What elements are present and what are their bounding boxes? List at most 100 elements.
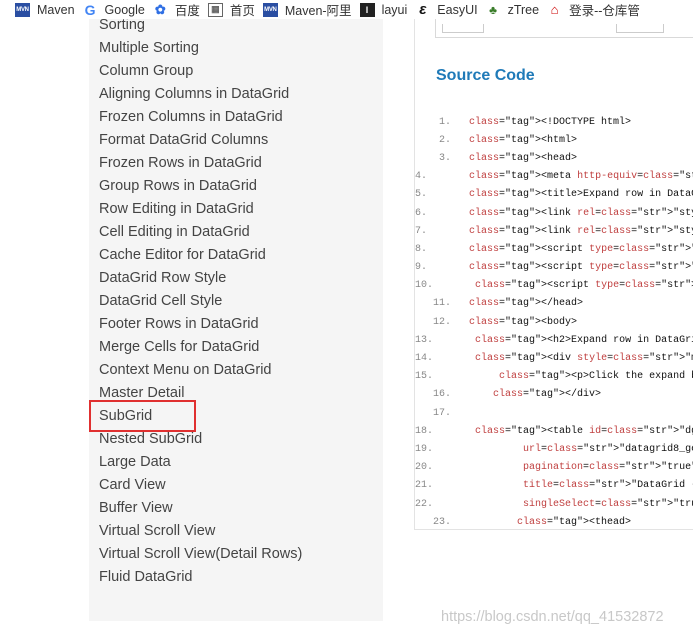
line-number: 8.	[415, 243, 428, 255]
demo-link[interactable]: Group Rows in DataGrid	[89, 175, 383, 198]
line-number: 15.	[415, 371, 434, 383]
source-panel: Source Code 1. class="tag"><!DOCTYPE html…	[414, 0, 693, 530]
code-line: 14. class="tag"><div style=class="str">"…	[415, 349, 693, 367]
code-text: class="tag"><link rel=class="str">"style…	[469, 225, 693, 237]
demo-link[interactable]: Cell Editing in DataGrid	[89, 221, 383, 244]
bookmark-item[interactable]: MVN Maven	[15, 0, 75, 19]
code-line: 18. class="tag"><table id=class="str">"d…	[415, 422, 693, 440]
code-line: 13. class="tag"><h2>Expand row in DataGr…	[415, 331, 693, 349]
bookmark-item[interactable]: MVN Maven-阿里	[262, 0, 352, 19]
bookmark-label: 百度	[174, 4, 200, 18]
bookmark-item[interactable]: G Google	[83, 0, 145, 19]
demo-link[interactable]: Card View	[89, 474, 383, 497]
code-line: 16. class="tag"></div>	[415, 386, 693, 404]
code-line: 3. class="tag"><head>	[415, 149, 693, 167]
code-text: class="tag"><link rel=class="str">"style…	[469, 207, 693, 219]
bookmark-item[interactable]: ⌂ 登录--仓库管	[547, 0, 640, 19]
code-line: 17.	[415, 404, 693, 422]
watermark: https://blog.csdn.net/qq_41532872	[441, 609, 664, 625]
login-icon: ⌂	[550, 2, 559, 17]
code-line: 5. class="tag"><title>Expand row in Data…	[415, 186, 693, 204]
demo-sidebar: Client Side PaginationSortingMultiple So…	[89, 0, 383, 621]
demo-link[interactable]: Row Editing in DataGrid	[89, 198, 383, 221]
code-text: class="tag"><script type=class="str">"te…	[469, 262, 693, 274]
code-line: 12. class="tag"><body>	[415, 313, 693, 331]
code-text: class="tag"><!DOCTYPE html>	[469, 116, 632, 128]
bookmark-item[interactable]: ♣ zTree	[486, 0, 539, 19]
code-text: class="tag"><script type=class="str">"te…	[469, 243, 693, 255]
demo-link[interactable]: Frozen Columns in DataGrid	[89, 106, 383, 129]
line-number: 12.	[432, 316, 451, 328]
bookmark-item[interactable]: ε EasyUI	[415, 0, 477, 19]
line-number: 3.	[438, 152, 451, 164]
line-number: 10.	[415, 280, 434, 292]
bookmark-label: layui	[381, 2, 408, 17]
demo-link[interactable]: Buffer View	[89, 497, 383, 520]
code-line: 15. class="tag"><p>Click the expand butt…	[415, 368, 693, 386]
line-number: 19.	[415, 443, 434, 455]
demo-link[interactable]: Virtual Scroll View(Detail Rows)	[89, 543, 383, 566]
code-text: class="tag"><body>	[469, 316, 578, 328]
line-number: 21.	[415, 480, 434, 492]
code-text: class="tag"><thead>	[517, 516, 632, 528]
demo-link[interactable]: DataGrid Row Style	[89, 267, 383, 290]
demo-link[interactable]: Footer Rows in DataGrid	[89, 313, 383, 336]
ztree-icon: ♣	[489, 2, 498, 17]
home-page-icon: ▦	[207, 2, 223, 17]
source-code-title: Source Code	[436, 67, 535, 84]
code-text: title=class="str">"DataGrid - Expand	[523, 480, 693, 492]
demo-link[interactable]: Large Data	[89, 451, 383, 474]
code-line: 4. class="tag"><meta http-equiv=class="s…	[415, 168, 693, 186]
bookmark-label: EasyUI	[437, 2, 478, 17]
preview-cell	[616, 24, 664, 33]
code-text: pagination=class="str">"true" sortNa	[523, 462, 693, 474]
preview-cell	[442, 24, 484, 33]
bookmark-item[interactable]: ✿ 百度	[153, 0, 200, 19]
demo-link[interactable]: Context Menu on DataGrid	[89, 359, 383, 382]
bookmark-label: 首页	[229, 4, 255, 18]
bookmarks-bar: MVN Maven G Google ✿ 百度 ▦ 首页 MVN Maven-阿里 l layui ε E…	[0, 0, 693, 19]
demo-link[interactable]: Aligning Columns in DataGrid	[89, 83, 383, 106]
maven-icon: MVN	[15, 2, 30, 17]
code-line: 11. class="tag"></head>	[415, 295, 693, 313]
line-number: 1.	[438, 116, 451, 128]
code-text: class="tag"><head>	[469, 152, 578, 164]
line-number: 9.	[415, 262, 428, 274]
line-number: 23.	[432, 516, 451, 528]
line-number: 2.	[438, 134, 451, 146]
code-line: 9. class="tag"><script type=class="str">…	[415, 259, 693, 277]
demo-link[interactable]: Format DataGrid Columns	[89, 129, 383, 152]
line-number: 5.	[415, 189, 428, 201]
demo-link[interactable]: Virtual Scroll View	[89, 520, 383, 543]
line-number: 7.	[415, 225, 428, 237]
code-text: class="tag"><meta http-equiv=class="str"…	[469, 171, 693, 183]
bookmark-item[interactable]: ▦ 首页	[207, 0, 255, 19]
code-line: 2. class="tag"><html>	[415, 131, 693, 149]
code-line: 19. url=class="str">"datagrid8_getdata.p	[415, 440, 693, 458]
bookmark-label: 登录--仓库管	[569, 4, 640, 18]
code-text: class="tag"></head>	[469, 298, 584, 310]
line-number: 13.	[415, 334, 434, 346]
code-text: url=class="str">"datagrid8_getdata.p	[523, 443, 693, 455]
line-number: 22.	[415, 498, 434, 510]
demo-link[interactable]: DataGrid Cell Style	[89, 290, 383, 313]
demo-link[interactable]: Multiple Sorting	[89, 37, 383, 60]
code-text: class="tag"><script type=class="str">"te…	[475, 280, 693, 292]
layui-icon: l	[359, 2, 375, 17]
demo-link[interactable]: Fluid DataGrid	[89, 566, 383, 589]
demo-list: Client Side PaginationSortingMultiple So…	[89, 0, 383, 589]
code-text: class="tag"></div>	[493, 389, 602, 401]
code-line: 22. singleSelect=class="str">"true" fitC	[415, 495, 693, 513]
code-line: 1. class="tag"><!DOCTYPE html>	[415, 113, 693, 131]
demo-link[interactable]: Column Group	[89, 60, 383, 83]
bookmark-label: Maven-阿里	[284, 4, 352, 18]
line-number: 14.	[415, 353, 434, 365]
maven-icon: MVN	[262, 2, 278, 17]
demo-link[interactable]: Cache Editor for DataGrid	[89, 244, 383, 267]
baidu-icon: ✿	[154, 1, 166, 17]
code-line: 10. class="tag"><script type=class="str"…	[415, 277, 693, 295]
bookmark-item[interactable]: l layui	[359, 0, 408, 19]
demo-link[interactable]: Frozen Rows in DataGrid	[89, 152, 383, 175]
demo-link[interactable]: Merge Cells for DataGrid	[89, 336, 383, 359]
easyui-icon: ε	[419, 1, 427, 18]
